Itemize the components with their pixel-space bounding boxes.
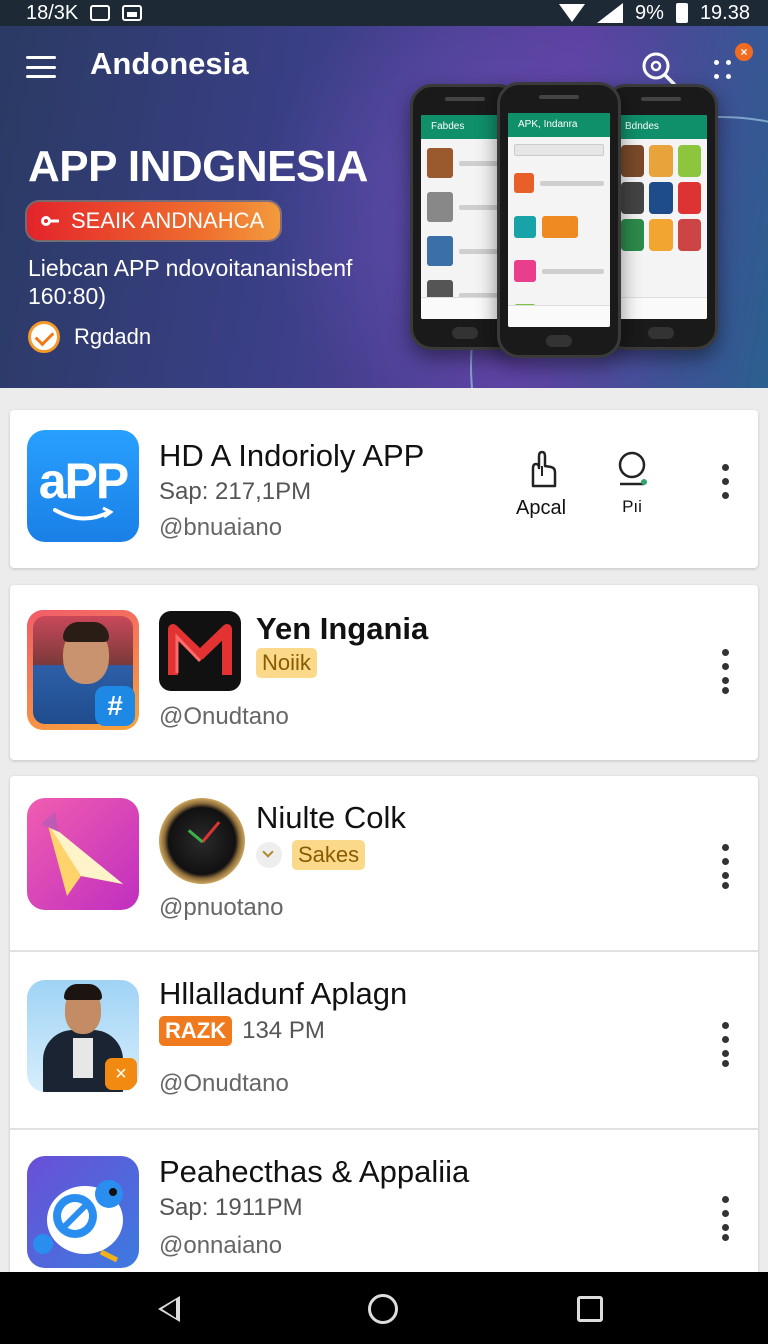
more-options-icon[interactable] — [720, 464, 730, 510]
chevron-down-icon[interactable] — [256, 842, 282, 868]
app-icon-text: aPP — [38, 453, 130, 509]
badge-wrap: Noiik — [256, 648, 317, 678]
hero-banner[interactable]: Andonesia × APP INDGNESIA SEAIK ANDNAHCA… — [0, 26, 768, 388]
app-icon[interactable]: aPP — [27, 430, 139, 542]
list-item[interactable]: Peahecthas & Appaliia Sap: 1911PM @onnai… — [10, 1132, 758, 1288]
hero-check-label: Rgdadn — [74, 324, 152, 349]
hashtag-icon: # — [95, 686, 135, 726]
key-icon — [41, 216, 59, 226]
app-title[interactable]: Peahecthas & Appaliia — [159, 1154, 469, 1190]
app-title: Andonesia — [90, 46, 249, 81]
more-options-icon[interactable] — [720, 844, 730, 890]
gallery-icon — [122, 5, 143, 21]
status-badge: Sakes — [292, 840, 366, 870]
hand-tap-icon — [531, 450, 557, 488]
profile-action[interactable]: Pıi — [597, 450, 667, 517]
check-icon — [28, 321, 60, 353]
app-title[interactable]: Yen Ingania — [256, 611, 428, 647]
system-navigation-bar — [0, 1272, 768, 1344]
battery-percent: 9% — [635, 1, 664, 24]
badge-wrap: RAZK 134 PM — [159, 1016, 325, 1046]
phone-screen-title: APK, Indanra — [508, 113, 610, 137]
phone-mockup-center: APK, Indanra — [497, 82, 621, 358]
app-meta: Sap: 1911PM — [159, 1194, 303, 1221]
app-author: @Onudtano — [159, 1070, 289, 1097]
status-badge: RAZK — [159, 1016, 233, 1046]
list-item[interactable]: × Hllalladunf Aplagn RAZK 134 PM @Onudta… — [10, 954, 758, 1130]
hero-cta-button[interactable]: SEAIK ANDNAHCA — [27, 202, 281, 240]
status-bar: 18/3K 9% 19.38 — [0, 0, 768, 26]
app-card-featured[interactable]: aPP HD A Indorioly APP Sap: 217,1PM @bnu… — [10, 410, 758, 568]
app-icon[interactable] — [27, 1156, 139, 1268]
app-title[interactable]: Hllalladunf Aplagn — [159, 976, 407, 1012]
install-action[interactable]: Apcal — [506, 450, 576, 520]
search-icon[interactable] — [640, 50, 676, 86]
app-title[interactable]: HD A Indorioly APP — [159, 438, 424, 474]
app-meta: 134 PM — [242, 1017, 325, 1044]
app-icon[interactable]: # — [27, 610, 139, 730]
app-author: @bnuaiano — [159, 514, 283, 541]
app-icon[interactable] — [27, 798, 139, 910]
more-options-icon[interactable] — [720, 1022, 730, 1068]
install-action-label: Apcal — [515, 497, 567, 519]
home-icon[interactable] — [368, 1294, 398, 1324]
list-item[interactable]: Niulte Colk Sakes @pnuotano — [10, 776, 758, 952]
battery-icon — [675, 3, 688, 23]
badge-wrap: Sakes — [256, 840, 366, 870]
phone-mockup-right: Bdndes — [604, 84, 718, 350]
phone-screen-title: Fabdes — [421, 115, 509, 139]
hero-check-item: Rgdadn — [28, 321, 151, 353]
screenshot-icon — [90, 5, 111, 21]
search-user-icon — [618, 451, 647, 486]
bird-mascot-icon — [33, 1180, 123, 1263]
clock-icon — [159, 798, 245, 884]
app-meta: Sap: 217,1PM — [159, 478, 312, 505]
app-icon[interactable]: × — [27, 980, 139, 1092]
app-list: Niulte Colk Sakes @pnuotano × Hllalladun… — [10, 776, 758, 1286]
profile-action-label: Pıi — [622, 497, 642, 516]
smile-arrow-icon — [53, 506, 113, 521]
app-author: @onnaiano — [159, 1232, 283, 1259]
close-icon: × — [105, 1058, 137, 1090]
phone-screen-title: Bdndes — [615, 115, 707, 139]
signal-icon — [597, 3, 624, 23]
wifi-icon — [559, 4, 586, 22]
app-author: @Onudtano — [159, 703, 289, 730]
status-badge: Noiik — [256, 648, 317, 678]
back-icon[interactable] — [158, 1296, 180, 1322]
hero-cta-label: SEAIK ANDNAHCA — [71, 208, 265, 233]
notification-badge[interactable]: × — [735, 43, 753, 61]
app-title[interactable]: Niulte Colk — [256, 800, 406, 836]
status-left-text: 18/3K — [26, 1, 79, 24]
more-options-icon[interactable] — [720, 1196, 730, 1242]
hero-description: Liebcan APP ndovoitananisbenf 160:80) — [28, 255, 353, 309]
menu-icon[interactable] — [26, 56, 56, 78]
recent-apps-icon[interactable] — [577, 1296, 603, 1322]
paper-plane-icon — [41, 812, 123, 896]
hero-title: APP INDGNESIA — [28, 142, 368, 191]
brand-logo-icon — [159, 611, 241, 691]
status-time: 19.38 — [699, 1, 750, 24]
app-card[interactable]: # Yen Ingania Noiik @Onudtano — [10, 585, 758, 760]
more-options-icon[interactable] — [720, 649, 731, 696]
more-options-icon[interactable] — [712, 54, 740, 84]
app-author: @pnuotano — [159, 894, 284, 921]
